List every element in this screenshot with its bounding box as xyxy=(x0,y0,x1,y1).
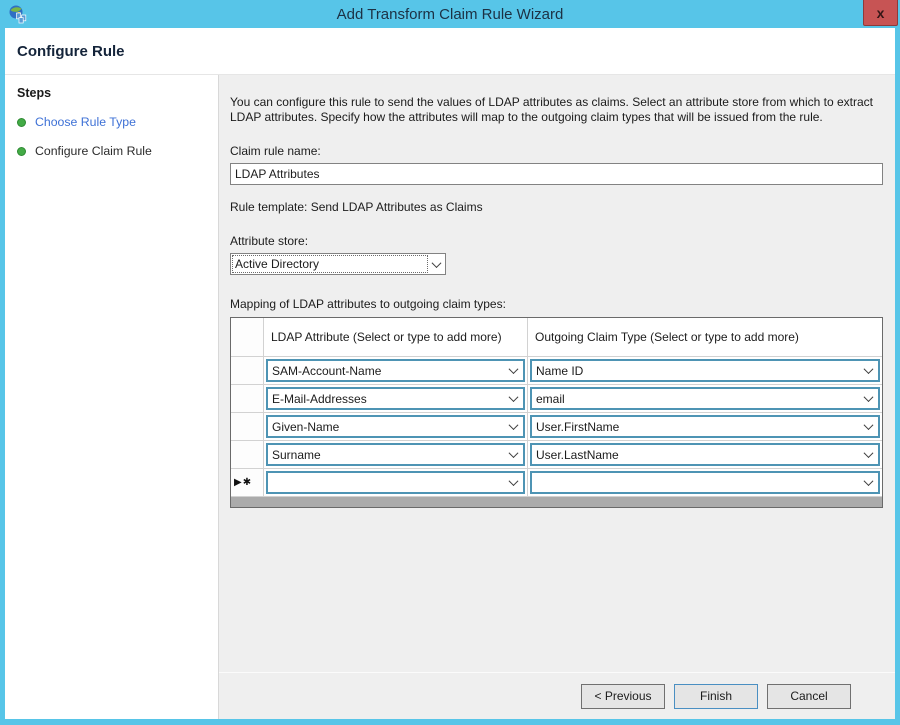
table-row-new: ▶✱ xyxy=(231,468,882,496)
mapping-header-row: LDAP Attribute (Select or type to add mo… xyxy=(231,318,882,356)
step-status-icon xyxy=(17,118,26,127)
footer-bar: < Previous Finish Cancel xyxy=(219,672,895,719)
outgoing-claim-type-value: Name ID xyxy=(536,364,583,378)
chevron-down-icon xyxy=(509,476,519,486)
rule-template-text: Rule template: Send LDAP Attributes as C… xyxy=(230,200,883,214)
row-selector-header xyxy=(231,318,264,356)
content-area: You can configure this rule to send the … xyxy=(219,75,895,672)
ldap-attribute-value: E-Mail-Addresses xyxy=(272,392,367,406)
chevron-down-icon xyxy=(864,364,874,374)
attribute-store-select[interactable]: Active Directory xyxy=(230,253,446,275)
outgoing-claim-type-column-header: Outgoing Claim Type (Select or type to a… xyxy=(528,318,882,356)
mapping-table-label: Mapping of LDAP attributes to outgoing c… xyxy=(230,297,883,311)
title-bar: Add Transform Claim Rule Wizard x xyxy=(0,0,900,28)
step-label: Configure Claim Rule xyxy=(35,144,152,158)
row-selector[interactable] xyxy=(231,385,264,412)
ldap-attribute-value: SAM-Account-Name xyxy=(272,364,381,378)
cancel-button[interactable]: Cancel xyxy=(767,684,851,709)
attribute-store-value: Active Directory xyxy=(233,256,427,272)
steps-heading: Steps xyxy=(17,86,210,100)
rule-description: You can configure this rule to send the … xyxy=(230,95,883,125)
ldap-attribute-value: Given-Name xyxy=(272,420,339,434)
outgoing-claim-type-select[interactable]: email xyxy=(530,387,880,410)
table-row: Surname User.LastName xyxy=(231,440,882,468)
outgoing-claim-type-select[interactable]: User.LastName xyxy=(530,443,880,466)
wizard-window: Add Transform Claim Rule Wizard x Config… xyxy=(0,0,900,725)
claim-rule-name-input[interactable]: LDAP Attributes xyxy=(230,163,883,185)
close-icon: x xyxy=(877,5,885,21)
row-selector[interactable] xyxy=(231,441,264,468)
chevron-down-icon xyxy=(509,392,519,402)
ldap-attribute-value: Surname xyxy=(272,448,321,462)
chevron-down-icon xyxy=(864,476,874,486)
ldap-attribute-select[interactable]: Surname xyxy=(266,443,525,466)
ldap-attribute-select[interactable]: Given-Name xyxy=(266,415,525,438)
outgoing-claim-type-value: User.LastName xyxy=(536,448,619,462)
chevron-down-icon[interactable] xyxy=(427,254,445,274)
step-choose-rule-type[interactable]: Choose Rule Type xyxy=(17,115,210,129)
outgoing-claim-type-select[interactable] xyxy=(530,471,880,494)
close-button[interactable]: x xyxy=(863,0,898,26)
chevron-down-icon xyxy=(509,364,519,374)
dialog-surface: Configure Rule Steps Choose Rule Type Co… xyxy=(5,28,895,719)
chevron-down-icon xyxy=(864,448,874,458)
ldap-attribute-select[interactable] xyxy=(266,471,525,494)
previous-button[interactable]: < Previous xyxy=(581,684,665,709)
ldap-attribute-column-header: LDAP Attribute (Select or type to add mo… xyxy=(264,318,528,356)
steps-panel: Steps Choose Rule Type Configure Claim R… xyxy=(5,75,219,719)
mapping-table: LDAP Attribute (Select or type to add mo… xyxy=(230,317,883,508)
chevron-down-icon xyxy=(864,420,874,430)
window-title: Add Transform Claim Rule Wizard xyxy=(0,6,900,23)
table-row: E-Mail-Addresses email xyxy=(231,384,882,412)
attribute-store-label: Attribute store: xyxy=(230,234,883,248)
claim-rule-name-label: Claim rule name: xyxy=(230,144,883,158)
table-row: Given-Name User.FirstName xyxy=(231,412,882,440)
outgoing-claim-type-select[interactable]: Name ID xyxy=(530,359,880,382)
step-label: Choose Rule Type xyxy=(35,115,136,129)
ldap-attribute-select[interactable]: SAM-Account-Name xyxy=(266,359,525,382)
step-status-icon xyxy=(17,147,26,156)
chevron-down-icon xyxy=(509,448,519,458)
ldap-attribute-select[interactable]: E-Mail-Addresses xyxy=(266,387,525,410)
page-title: Configure Rule xyxy=(5,28,895,75)
new-row-marker-icon[interactable]: ▶✱ xyxy=(231,469,264,496)
row-selector[interactable] xyxy=(231,413,264,440)
step-configure-claim-rule[interactable]: Configure Claim Rule xyxy=(17,144,210,158)
finish-button[interactable]: Finish xyxy=(674,684,758,709)
claim-rule-name-value: LDAP Attributes xyxy=(235,167,320,181)
chevron-down-icon xyxy=(509,420,519,430)
table-empty-area xyxy=(231,496,882,507)
chevron-down-icon xyxy=(864,392,874,402)
row-selector[interactable] xyxy=(231,357,264,384)
outgoing-claim-type-select[interactable]: User.FirstName xyxy=(530,415,880,438)
outgoing-claim-type-value: email xyxy=(536,392,565,406)
outgoing-claim-type-value: User.FirstName xyxy=(536,420,619,434)
table-row: SAM-Account-Name Name ID xyxy=(231,356,882,384)
